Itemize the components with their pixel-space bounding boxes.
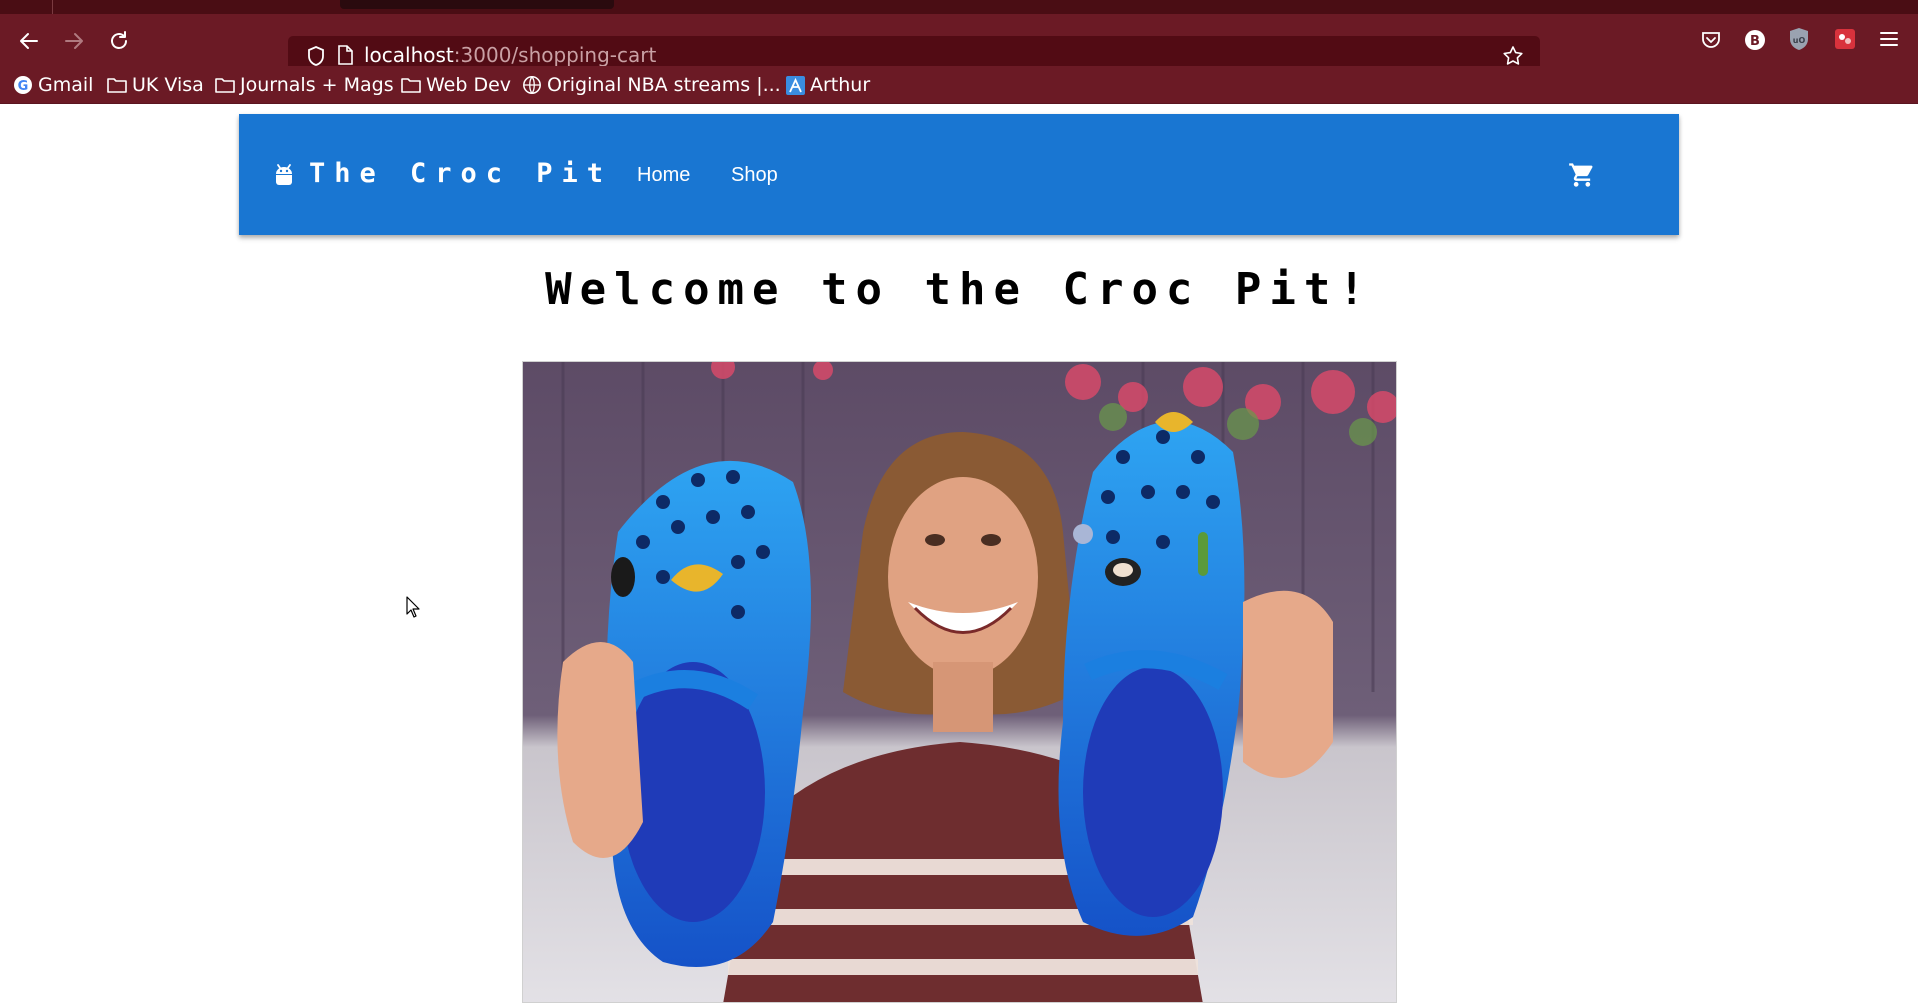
reload-icon <box>111 31 127 49</box>
extension-b-icon[interactable]: B <box>1743 28 1767 52</box>
menu-icon[interactable] <box>1879 30 1899 48</box>
svg-text:uO: uO <box>1793 36 1806 45</box>
welcome-heading: Welcome to the Croc Pit! <box>545 264 1373 315</box>
bookmarks-bar: G Gmail UK Visa Journals + Mags Web Dev … <box>0 66 1918 104</box>
bookmark-journals-mags[interactable]: Journals + Mags <box>215 74 394 96</box>
bookmark-nba-streams[interactable]: Original NBA streams |... <box>522 74 781 96</box>
app-header: The Croc Pit Home Shop <box>239 114 1679 235</box>
google-icon: G <box>14 76 32 94</box>
bookmark-label: Web Dev <box>426 74 512 96</box>
active-tab[interactable] <box>340 0 614 9</box>
extension-red-icon[interactable] <box>1834 28 1856 50</box>
globe-icon <box>523 76 541 94</box>
bookmark-web-dev[interactable]: Web Dev <box>401 74 511 96</box>
bookmark-star-icon[interactable] <box>1502 45 1524 67</box>
back-button[interactable] <box>17 29 41 53</box>
tab-divider <box>52 0 53 14</box>
mouse-cursor-icon <box>406 596 420 618</box>
svg-text:G: G <box>18 79 29 94</box>
pocket-icon[interactable] <box>1700 29 1722 51</box>
arthur-icon <box>786 75 805 95</box>
bookmark-label: Journals + Mags <box>240 74 394 96</box>
svg-text:B: B <box>1750 34 1760 49</box>
brand-title[interactable]: The Croc Pit <box>309 158 612 189</box>
bookmark-label: UK Visa <box>132 74 204 96</box>
cart-button[interactable] <box>1567 160 1597 190</box>
folder-icon <box>401 78 421 93</box>
bookmark-uk-visa[interactable]: UK Visa <box>107 74 204 96</box>
folder-icon <box>215 78 235 93</box>
bookmark-arthur[interactable]: Arthur <box>786 74 870 96</box>
cart-icon <box>1569 163 1593 187</box>
nav-home-link[interactable]: Home <box>637 164 690 187</box>
forward-arrow-icon <box>65 33 83 49</box>
nav-shop-link[interactable]: Shop <box>731 164 778 187</box>
android-icon <box>276 164 292 185</box>
ublock-icon[interactable]: uO <box>1788 27 1810 51</box>
hero-photo <box>523 362 1396 1002</box>
back-arrow-icon <box>20 33 38 49</box>
hero-image <box>522 361 1397 1003</box>
reload-button[interactable] <box>107 29 131 53</box>
page-viewport: The Croc Pit Home Shop Welcome to the Cr… <box>0 104 1918 1003</box>
browser-toolbar: localhost:3000/shopping-cart B uO <box>0 14 1918 74</box>
shield-icon[interactable] <box>306 45 326 67</box>
page-icon[interactable] <box>337 45 353 65</box>
forward-button[interactable] <box>62 29 86 53</box>
folder-icon <box>107 78 127 93</box>
bookmark-label: Original NBA streams |... <box>547 74 781 96</box>
tab-strip <box>0 0 1918 14</box>
bookmark-label: Gmail <box>38 74 94 96</box>
url-text[interactable]: localhost:3000/shopping-cart <box>364 43 656 67</box>
url-host: localhost <box>364 43 454 67</box>
url-path: :3000/shopping-cart <box>453 43 657 67</box>
bookmark-label: Arthur <box>810 74 871 96</box>
bookmark-gmail[interactable]: G Gmail <box>13 74 93 96</box>
